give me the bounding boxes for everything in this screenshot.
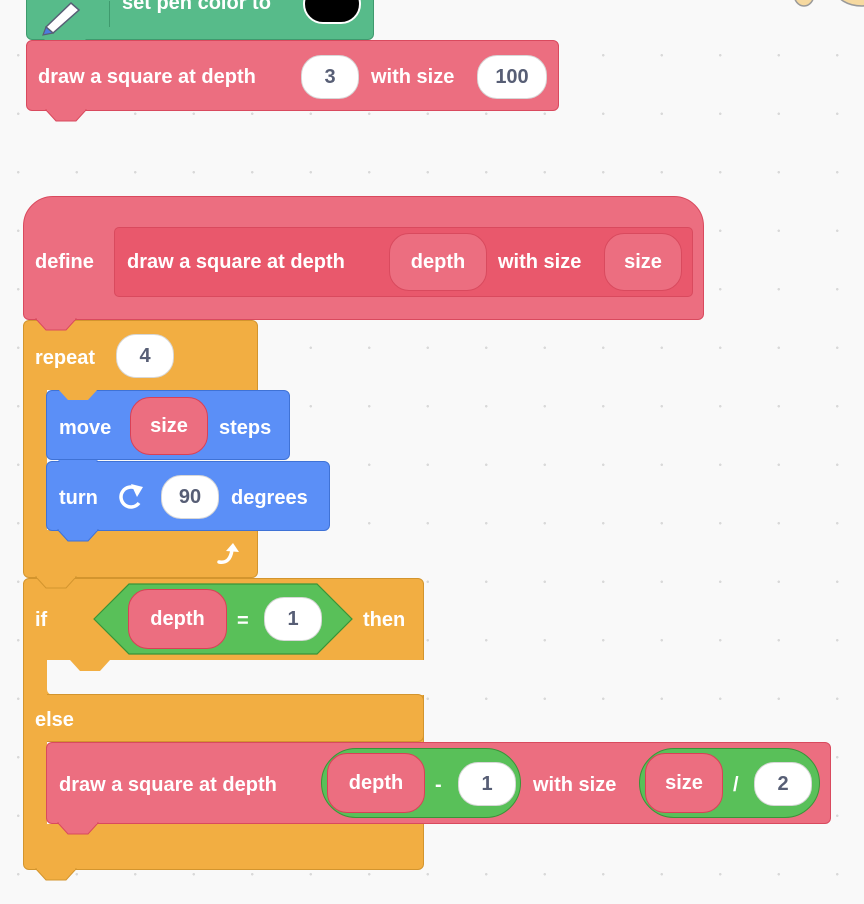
block-notch [58, 460, 98, 471]
divide-right-input[interactable]: 2 [754, 762, 812, 806]
define-block[interactable]: define draw a square at depth depth with… [23, 196, 704, 320]
depth-reporter[interactable]: depth [128, 589, 227, 649]
prototype-label-depth: draw a square at depth [127, 251, 345, 273]
if-keyword: if [35, 609, 48, 631]
equals-operator: = [237, 610, 249, 632]
block-notch [44, 109, 88, 122]
recursive-call-block[interactable]: draw a square at depth depth - 1 with si… [46, 742, 831, 824]
call-label-depth: draw a square at depth [59, 774, 277, 796]
move-label: move [59, 417, 112, 439]
divide-operator: / [733, 774, 739, 796]
minus-operator: - [435, 774, 442, 796]
set-pen-color-label: set pen color to [122, 0, 271, 14]
param-size-reporter[interactable]: size [604, 233, 682, 291]
size-input[interactable]: 100 [477, 55, 547, 99]
degrees-label: degrees [231, 487, 308, 509]
equals-right-input[interactable]: 1 [264, 597, 322, 641]
else-keyword: else [35, 709, 74, 731]
call-draw-square-block[interactable]: draw a square at depth 3 with size 100 [26, 40, 559, 111]
block-notch [34, 576, 78, 589]
else-bar [47, 694, 424, 742]
loop-arrow-icon [217, 543, 239, 564]
degrees-input[interactable]: 90 [161, 475, 219, 519]
block-notch [34, 318, 78, 331]
block-notch [56, 822, 100, 835]
then-keyword: then [363, 609, 406, 631]
subtract-right-input[interactable]: 1 [458, 762, 516, 806]
rotate-right-icon [119, 484, 143, 509]
block-notch [34, 868, 78, 881]
size-reporter[interactable]: size [645, 753, 723, 813]
sprite-fragment [794, 0, 864, 7]
repeat-keyword: repeat [35, 347, 96, 369]
call-label-size: with size [371, 66, 455, 88]
turn-label: turn [59, 487, 98, 509]
block-notch [70, 660, 110, 671]
param-depth-reporter[interactable]: depth [389, 233, 487, 291]
divider [109, 1, 110, 27]
depth-reporter[interactable]: depth [327, 753, 425, 813]
block-notch [56, 529, 100, 542]
depth-input[interactable]: 3 [301, 55, 359, 99]
pen-icon [42, 1, 81, 36]
call-label-size: with size [533, 774, 617, 796]
if-else-arm [24, 660, 47, 826]
prototype-label-size: with size [498, 251, 582, 273]
prototype-block: draw a square at depth depth with size s… [114, 227, 693, 297]
repeat-count-input[interactable]: 4 [116, 334, 174, 378]
repeat-arm [24, 390, 47, 530]
steps-label: steps [219, 417, 272, 439]
call-label-depth: draw a square at depth [38, 66, 256, 88]
define-keyword: define [35, 251, 94, 273]
pen-color-swatch[interactable] [303, 0, 361, 24]
set-pen-color-block[interactable]: set pen color to [26, 0, 374, 40]
size-reporter[interactable]: size [130, 397, 208, 455]
block-notch [58, 389, 98, 400]
